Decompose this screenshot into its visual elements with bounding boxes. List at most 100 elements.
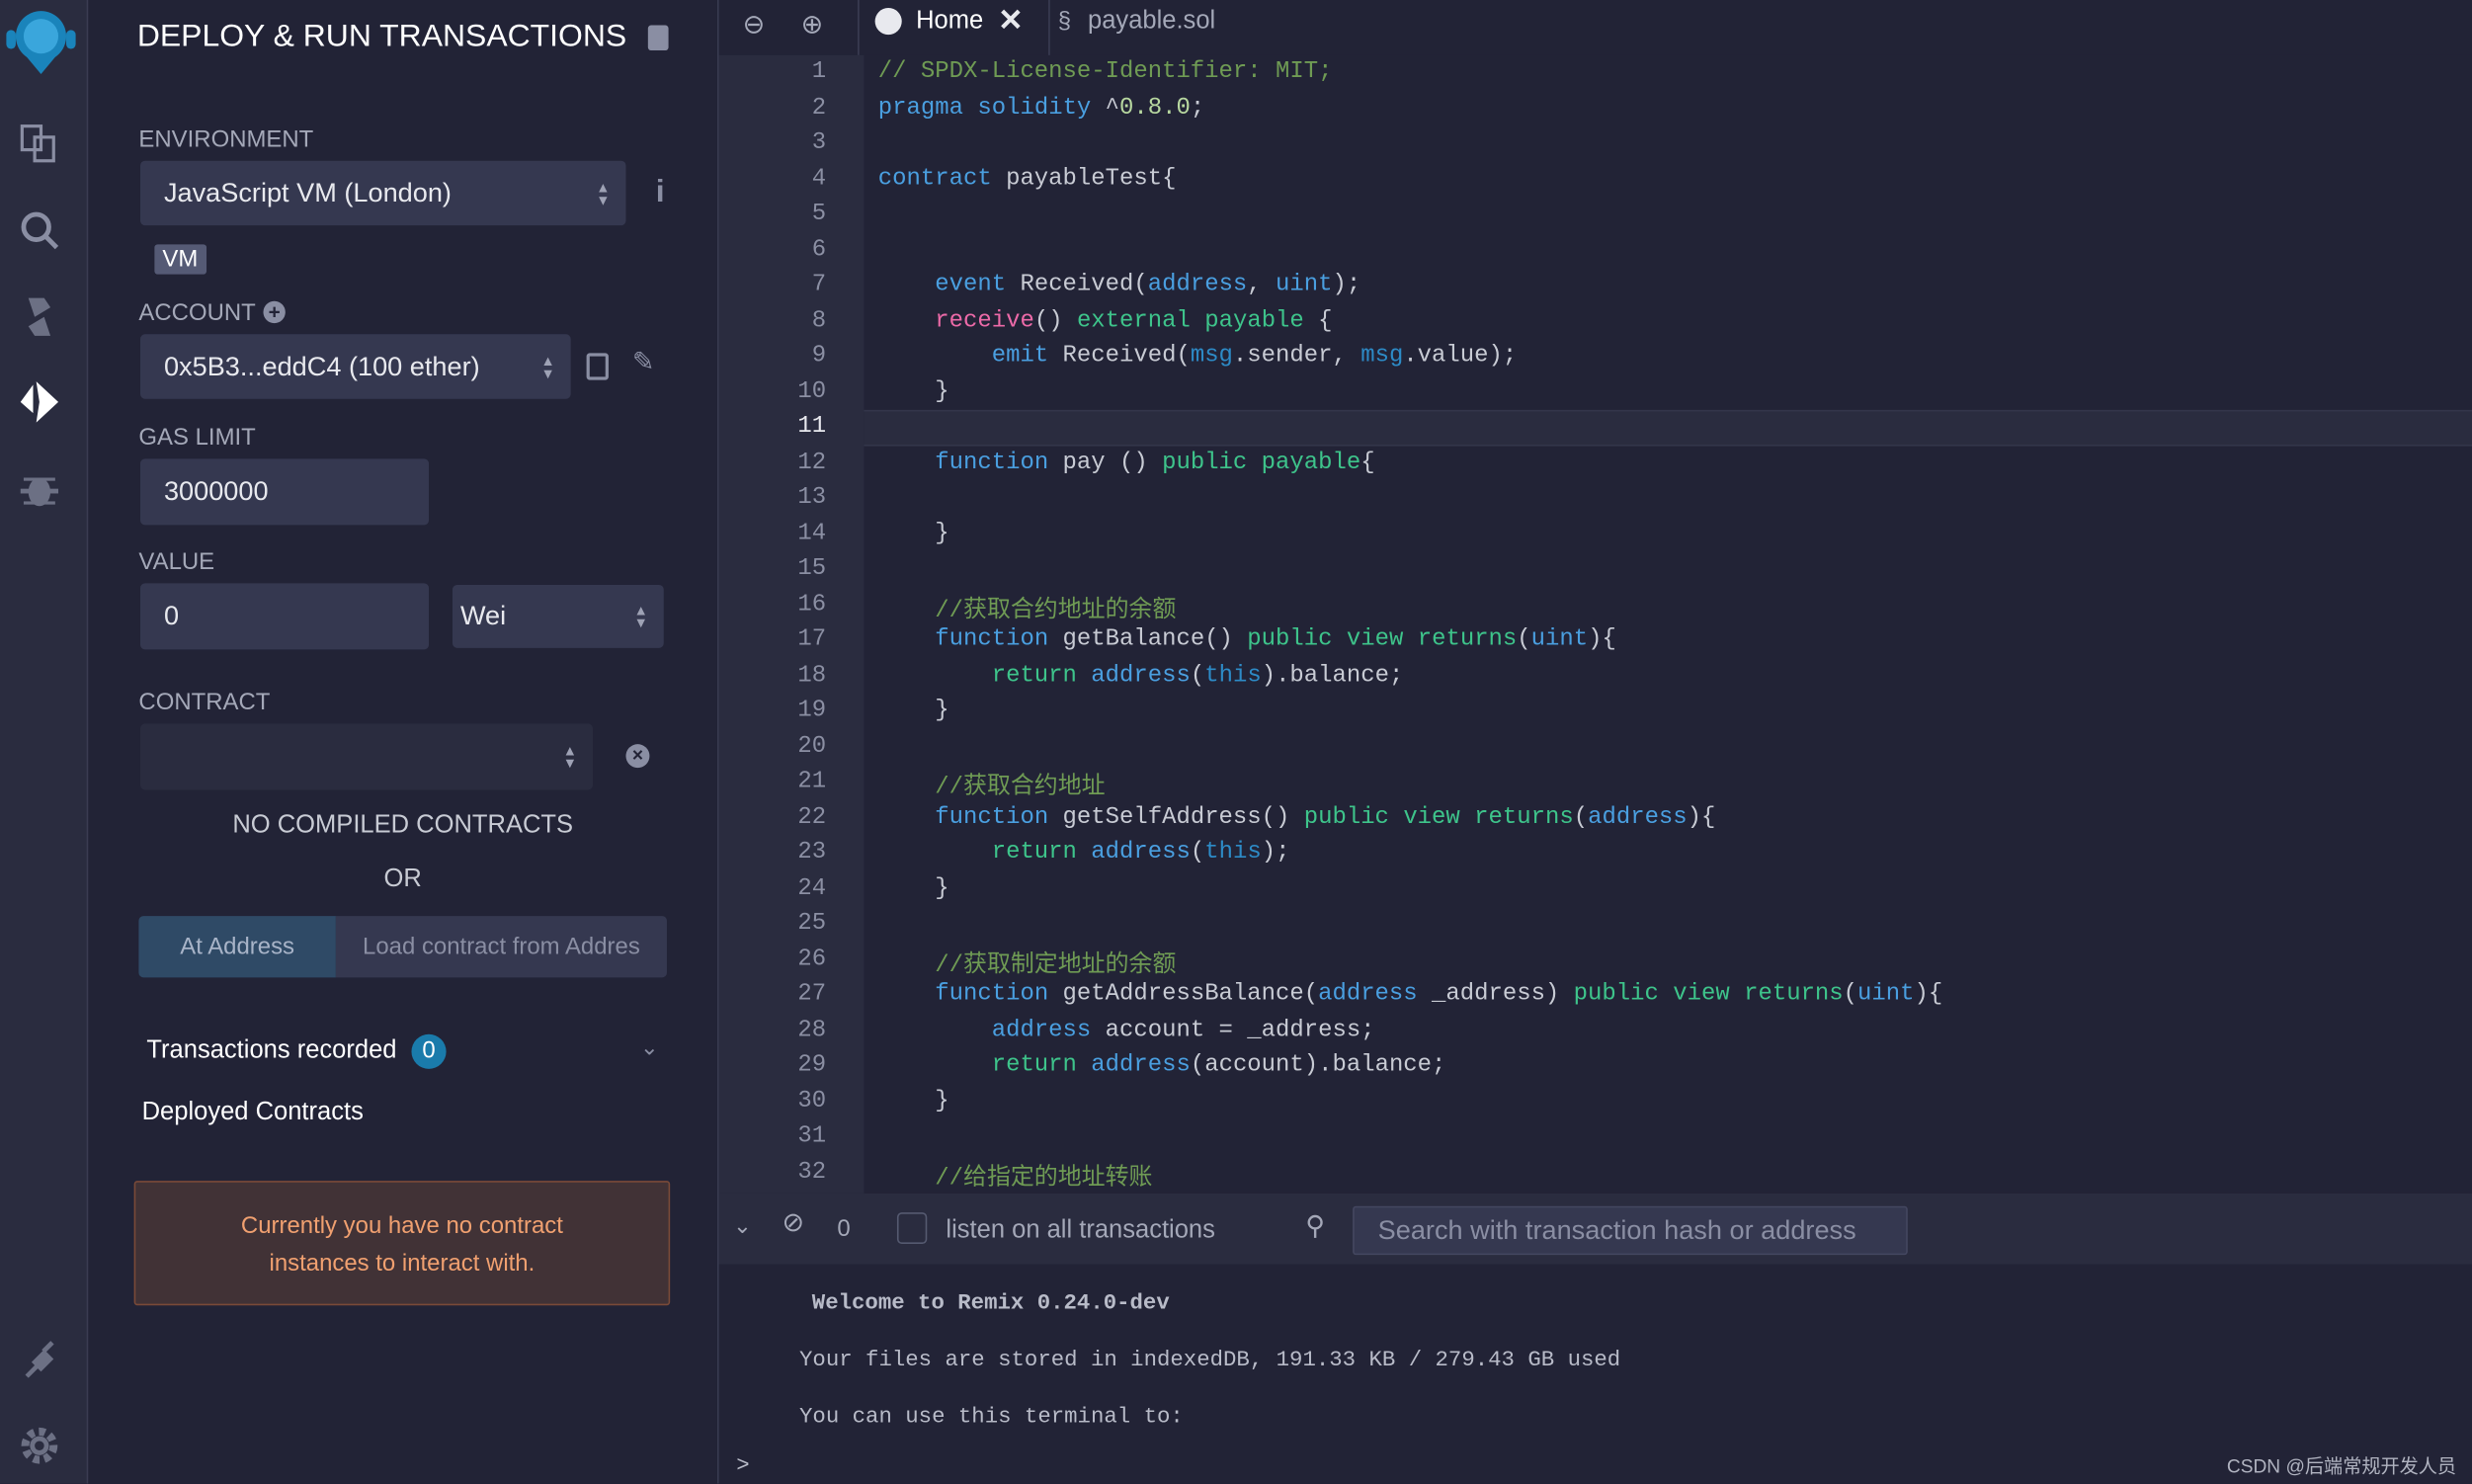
code-token: getSelfAddress() [1048,803,1304,831]
contract-select[interactable]: ▲ ▼ [140,723,593,790]
copy-icon[interactable] [586,353,609,380]
clear-console-icon[interactable]: ⊘ [782,1207,804,1239]
code-token: } [877,1087,949,1114]
environment-value: JavaScript VM (London) [163,177,452,207]
code-token: //获取合约地址的余额 [935,596,1177,624]
search-icon[interactable] [16,206,63,254]
transactions-recorded-label[interactable]: Transactions recorded [146,1037,396,1066]
code-token: address [1091,1051,1191,1079]
code-token: address [1147,271,1248,298]
deploy-run-icon[interactable] [16,378,63,426]
terminal-prompt[interactable]: > [736,1453,749,1479]
add-account-icon[interactable]: + [263,300,286,324]
file-explorer-icon[interactable] [16,120,63,167]
code-lines[interactable]: 1 // SPDX-License-Identifier: MIT; 2 pragma… [719,55,2472,1194]
code-token: 0.8.0 [1119,93,1191,122]
zoom-in-icon[interactable]: ⊕ [801,10,824,41]
gas-limit-input[interactable]: 3000000 [140,458,430,526]
close-icon[interactable]: ✕ [998,3,1023,40]
code-line: address account = _address; [878,1016,1375,1042]
code-token: account = _address; [1091,1016,1375,1043]
code-token: //获取制定地址的余额 [935,951,1177,979]
code-token: } [877,697,949,724]
code-token: msg [1190,342,1233,370]
line-number: 27 [797,980,827,1008]
select-arrows-icon: ▲ ▼ [540,352,555,381]
code-line: //获取合约地址 [878,768,1105,800]
code-token: address [1318,980,1418,1008]
listen-checkbox[interactable] [896,1212,928,1245]
code-line: function getAddressBalance(address _addr… [878,981,1942,1008]
debugger-icon[interactable] [16,465,63,513]
code-token: contract [877,164,992,192]
tab-label: payable.sol [1088,7,1216,36]
line-number: 2 [811,93,827,122]
clear-contract-icon[interactable]: × [625,744,650,769]
info-icon[interactable]: i [656,175,665,211]
code-line: //获取合约地址的余额 [878,591,1177,624]
code-token: ( [1573,803,1589,831]
select-arrows-icon: ▲ ▼ [562,742,578,772]
line-number: 29 [797,1051,827,1079]
line-number: 16 [797,590,827,618]
code-token: ){ [1588,625,1616,653]
terminal-line: Your files are stored in indexedDB, 191.… [799,1348,1621,1373]
line-number: 24 [797,873,827,901]
listen-label: listen on all transactions [946,1216,1215,1245]
code-token: uint [1530,625,1589,653]
load-contract-address-input[interactable]: Load contract from Addres [335,916,667,978]
value-label: VALUE [138,548,215,576]
solidity-compiler-icon[interactable] [16,293,63,341]
transaction-search-input[interactable]: Search with transaction hash or address [1353,1205,1908,1256]
code-line: // SPDX-License-Identifier: MIT; [878,58,1333,85]
line-number: 32 [797,1158,827,1186]
tab-home[interactable]: Home ✕ [858,0,1050,55]
value-input[interactable]: 0 [140,583,430,650]
chevron-down-icon[interactable]: ⌄ [640,1034,659,1061]
code-line: return address(this).balance; [878,661,1404,688]
tab-label: Home [916,7,984,36]
code-token: () [1033,306,1077,334]
tab-payable-sol[interactable]: § payable.sol [1050,0,1255,55]
contract-label: CONTRACT [138,689,271,716]
code-editor: ⊖ ⊕ Home ✕ § payable.sol 1 // SPDX-Licens… [718,0,2472,1194]
code-token: } [877,519,949,546]
collapse-terminal-icon[interactable]: ⌄ [733,1212,752,1239]
code-token: _address) [1417,980,1574,1008]
documentation-icon[interactable] [647,25,669,51]
unit-select[interactable]: Wei ▲ ▼ [452,585,664,648]
line-number: 3 [811,128,827,156]
code-token: view [1403,803,1460,831]
zoom-out-icon[interactable]: ⊖ [743,10,766,41]
terminal-output[interactable]: Welcome to Remix 0.24.0-dev Your files a… [718,1264,2472,1484]
code-token: return [991,661,1077,689]
code-token: getAddressBalance( [1048,980,1319,1008]
remix-logo-icon[interactable] [3,6,79,75]
code-token: ){ [1914,980,1943,1008]
code-token: this [1204,838,1262,866]
code-token: emit [991,342,1049,370]
line-number: 31 [797,1122,827,1150]
line-number: 10 [797,377,827,405]
code-line: //获取制定地址的余额 [878,946,1177,979]
line-number: 18 [797,661,827,689]
code-line: function pay () public payable{ [878,448,1374,476]
plugin-manager-icon[interactable] [16,1334,63,1381]
pending-tx-count: 0 [837,1215,851,1243]
environment-select[interactable]: JavaScript VM (London) ▲ ▼ [140,160,626,226]
line-number: 15 [797,554,827,582]
line-number: 13 [797,483,827,512]
code-token: function [935,448,1049,476]
edit-icon[interactable]: ✎ [632,347,655,378]
code-line: contract payableTest{ [878,165,1177,192]
line-number: 23 [797,838,827,866]
at-address-button[interactable]: At Address [138,916,336,978]
account-select[interactable]: 0x5B3...eddC4 (100 ether) ▲ ▼ [140,334,571,399]
settings-icon[interactable] [16,1422,63,1469]
